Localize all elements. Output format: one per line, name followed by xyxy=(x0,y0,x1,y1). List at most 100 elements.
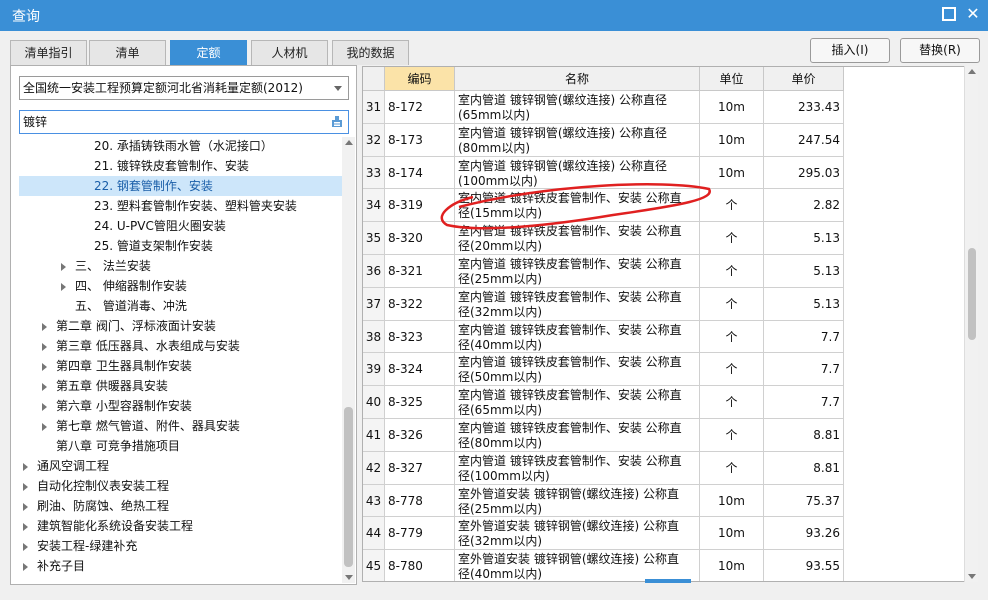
quota-code-cell[interactable]: 8-320 xyxy=(385,222,455,255)
price-cell[interactable]: 8.81 xyxy=(764,419,844,452)
tree-expand-arrow-icon[interactable] xyxy=(42,403,47,411)
col-header-price[interactable]: 单价 xyxy=(764,67,844,91)
quota-code-cell[interactable]: 8-323 xyxy=(385,320,455,354)
unit-cell[interactable]: 10m xyxy=(700,484,764,518)
tree-item[interactable]: 25. 管道支架制作安装 xyxy=(19,236,342,256)
quota-code-cell[interactable]: 8-174 xyxy=(385,156,455,190)
tree-item[interactable]: 第三章 低压器具、水表组成与安装 xyxy=(19,336,342,356)
quota-name-cell[interactable]: 室内管道 镀锌钢管(螺纹连接) 公称直径 (100mm以内) xyxy=(455,156,700,190)
tree-expand-arrow-icon[interactable] xyxy=(23,543,28,551)
unit-cell[interactable]: 个 xyxy=(700,386,764,419)
unit-cell[interactable]: 10m xyxy=(700,91,764,124)
tree-item[interactable]: 第六章 小型容器制作安装 xyxy=(19,396,342,416)
quota-name-cell[interactable]: 室内管道 镀锌铁皮套管制作、安装 公称直 径(100mm以内) xyxy=(455,451,700,485)
quota-code-cell[interactable]: 8-327 xyxy=(385,451,455,485)
price-cell[interactable]: 5.13 xyxy=(764,222,844,255)
tree-expand-arrow-icon[interactable] xyxy=(23,483,28,491)
price-cell[interactable]: 2.82 xyxy=(764,189,844,223)
tree-expand-arrow-icon[interactable] xyxy=(42,323,47,331)
unit-cell[interactable]: 个 xyxy=(700,287,764,321)
tree-item[interactable]: 第四章 卫生器具制作安装 xyxy=(19,356,342,376)
row-index[interactable]: 34 xyxy=(363,189,385,223)
price-cell[interactable]: 5.13 xyxy=(764,255,844,288)
row-index[interactable]: 32 xyxy=(363,123,385,157)
col-header-code[interactable]: 编码 xyxy=(385,67,455,91)
quota-code-cell[interactable]: 8-322 xyxy=(385,287,455,321)
quota-name-cell[interactable]: 室内管道 镀锌铁皮套管制作、安装 公称直 径(20mm以内) xyxy=(455,222,700,255)
price-cell[interactable]: 8.81 xyxy=(764,451,844,485)
close-icon[interactable]: ✕ xyxy=(966,6,980,22)
quota-name-cell[interactable]: 室外管道安装 镀锌钢管(螺纹连接) 公称直 径(25mm以内) xyxy=(455,484,700,518)
tree-expand-arrow-icon[interactable] xyxy=(23,563,28,571)
unit-cell[interactable]: 个 xyxy=(700,222,764,255)
quota-code-cell[interactable]: 8-321 xyxy=(385,255,455,288)
scroll-up-icon[interactable] xyxy=(345,140,353,145)
insert-button[interactable]: 插入(I) xyxy=(810,38,890,63)
unit-cell[interactable]: 10m xyxy=(700,550,764,581)
tree-item[interactable]: 第七章 燃气管道、附件、器具安装 xyxy=(19,416,342,436)
price-cell[interactable]: 7.7 xyxy=(764,353,844,387)
row-index[interactable]: 35 xyxy=(363,222,385,255)
filter-search-icon[interactable] xyxy=(331,115,343,128)
tree-expand-arrow-icon[interactable] xyxy=(61,283,66,291)
quota-name-cell[interactable]: 室内管道 镀锌铁皮套管制作、安装 公称直 径(25mm以内) xyxy=(455,255,700,288)
row-index[interactable]: 42 xyxy=(363,451,385,485)
table-scroll-thumb[interactable] xyxy=(968,248,976,340)
quota-code-cell[interactable]: 8-325 xyxy=(385,386,455,419)
scroll-up-icon[interactable] xyxy=(968,69,976,74)
quota-name-cell[interactable]: 室内管道 镀锌铁皮套管制作、安装 公称直 径(40mm以内) xyxy=(455,320,700,354)
quota-code-cell[interactable]: 8-326 xyxy=(385,419,455,452)
row-index[interactable]: 45 xyxy=(363,550,385,581)
quota-name-cell[interactable]: 室内管道 镀锌铁皮套管制作、安装 公称直 径(80mm以内) xyxy=(455,419,700,452)
tree-item[interactable]: 第二章 阀门、浮标液面计安装 xyxy=(19,316,342,336)
quota-library-select[interactable]: 全国统一安装工程预算定额河北省消耗量定额(2012) xyxy=(19,76,349,100)
tree-item[interactable]: 20. 承插铸铁雨水管（水泥接口） xyxy=(19,136,342,156)
col-header-unit[interactable]: 单位 xyxy=(700,67,764,91)
replace-button[interactable]: 替换(R) xyxy=(900,38,980,63)
unit-cell[interactable]: 个 xyxy=(700,419,764,452)
price-cell[interactable]: 93.55 xyxy=(764,550,844,581)
tree-expand-arrow-icon[interactable] xyxy=(23,523,28,531)
row-index[interactable]: 43 xyxy=(363,484,385,518)
unit-cell[interactable]: 个 xyxy=(700,189,764,223)
scroll-down-icon[interactable] xyxy=(968,574,976,579)
unit-cell[interactable]: 10m xyxy=(700,123,764,157)
tree-scrollbar[interactable] xyxy=(342,137,355,583)
quota-code-cell[interactable]: 8-324 xyxy=(385,353,455,387)
row-index[interactable]: 38 xyxy=(363,320,385,354)
unit-cell[interactable]: 10m xyxy=(700,156,764,190)
row-index[interactable]: 44 xyxy=(363,517,385,551)
tree-item[interactable]: 24. U-PVC管阻火圈安装 xyxy=(19,216,342,236)
tab-my-data[interactable]: 我的数据 xyxy=(332,40,409,65)
tree-item[interactable]: 刷油、防腐蚀、绝热工程 xyxy=(19,496,342,516)
row-index[interactable]: 41 xyxy=(363,419,385,452)
quota-code-cell[interactable]: 8-779 xyxy=(385,517,455,551)
quota-code-cell[interactable]: 8-780 xyxy=(385,550,455,581)
unit-cell[interactable]: 个 xyxy=(700,353,764,387)
row-index[interactable]: 37 xyxy=(363,287,385,321)
quota-name-cell[interactable]: 室内管道 镀锌铁皮套管制作、安装 公称直 径(15mm以内) xyxy=(455,189,700,223)
quota-name-cell[interactable]: 室外管道安装 镀锌钢管(螺纹连接) 公称直 径(32mm以内) xyxy=(455,517,700,551)
col-header-name[interactable]: 名称 xyxy=(455,67,700,91)
quota-name-cell[interactable]: 室内管道 镀锌钢管(螺纹连接) 公称直径 (80mm以内) xyxy=(455,123,700,157)
price-cell[interactable]: 75.37 xyxy=(764,484,844,518)
unit-cell[interactable]: 10m xyxy=(700,517,764,551)
tab-labor-material[interactable]: 人材机 xyxy=(251,40,328,65)
splitter-handle[interactable] xyxy=(645,579,691,583)
unit-cell[interactable]: 个 xyxy=(700,320,764,354)
scroll-down-icon[interactable] xyxy=(345,575,353,580)
tree-item[interactable]: 第八章 可竞争措施项目 xyxy=(19,436,342,456)
price-cell[interactable]: 93.26 xyxy=(764,517,844,551)
search-input[interactable]: 镀锌 xyxy=(19,110,349,134)
row-index[interactable]: 36 xyxy=(363,255,385,288)
quota-code-cell[interactable]: 8-173 xyxy=(385,123,455,157)
tree-item[interactable]: 安装工程-绿建补充 xyxy=(19,536,342,556)
quota-name-cell[interactable]: 室内管道 镀锌铁皮套管制作、安装 公称直 径(32mm以内) xyxy=(455,287,700,321)
tab-bill[interactable]: 清单 xyxy=(89,40,166,65)
tree-item[interactable]: 22. 钢套管制作、安装 xyxy=(19,176,342,196)
chevron-down-icon[interactable] xyxy=(334,86,342,91)
quota-name-cell[interactable]: 室内管道 镀锌钢管(螺纹连接) 公称直径 (65mm以内) xyxy=(455,91,700,124)
quota-name-cell[interactable]: 室外管道安装 镀锌钢管(螺纹连接) 公称直 径(40mm以内) xyxy=(455,550,700,581)
tree-expand-arrow-icon[interactable] xyxy=(23,503,28,511)
price-cell[interactable]: 295.03 xyxy=(764,156,844,190)
